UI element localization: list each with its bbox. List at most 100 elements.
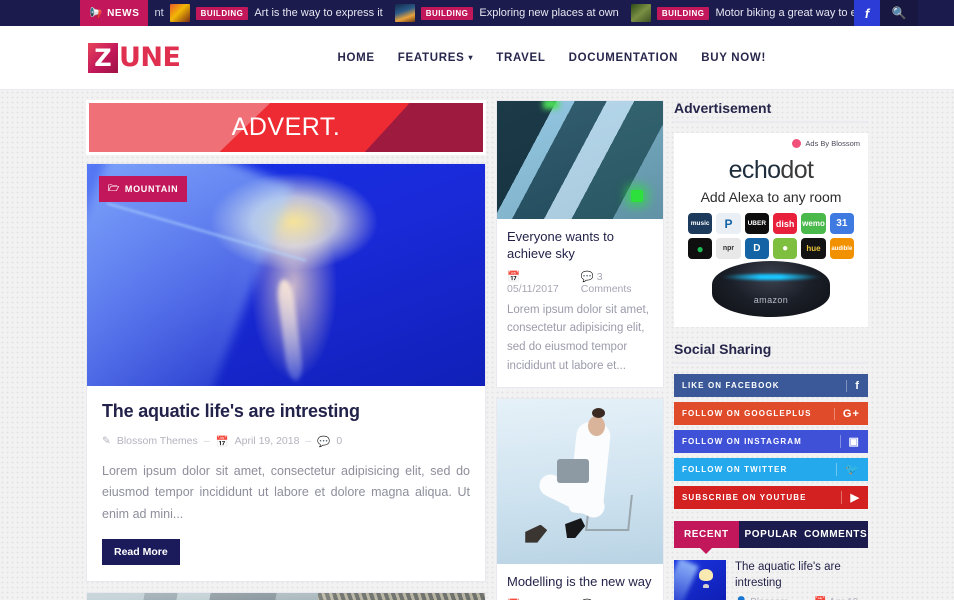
social-button-facebook[interactable]: LIKE ON FACEBOOK f [674, 374, 868, 397]
ticker-item[interactable]: BUILDING Art is the way to express it [164, 4, 389, 22]
comment-icon: 💬 [317, 435, 331, 448]
post-comments[interactable]: 💬 3 Comments [581, 270, 653, 295]
social-sharing-list: LIKE ON FACEBOOK f FOLLOW ON GOOGLEPLUS … [674, 374, 868, 509]
post-title[interactable]: Everyone wants to achieve sky [507, 229, 653, 263]
ticker-item-title[interactable]: Motor biking a great way to express [715, 7, 854, 19]
app-icon-calendar: 31 [829, 213, 854, 234]
post-excerpt: Lorem ipsum dolor sit amet, consectetur … [102, 463, 470, 522]
tab-popular[interactable]: POPULAR [739, 521, 804, 548]
tab-comments[interactable]: COMMENTS [803, 521, 868, 548]
app-icon-wemo: wemo [801, 213, 826, 234]
ticker-thumbnail [630, 4, 651, 22]
post-body: Everyone wants to achieve sky 📅 05/11/20… [497, 219, 663, 387]
post-date: 📅 05/11/2017 [507, 270, 572, 295]
nav-item-travel[interactable]: TRAVEL [496, 52, 545, 64]
app-icon-npr-news: npr [716, 238, 741, 259]
post-comment-count[interactable]: 0 [336, 435, 342, 447]
ticker-thumbnail [169, 4, 190, 22]
advertisement-widget[interactable]: Ads By Blossom echodot Add Alexa to any … [674, 133, 868, 327]
second-post-image[interactable]: 🗁 MOUNTAIN [87, 593, 485, 600]
logo-text: UNE [119, 42, 181, 73]
main-navigation: HOME FEATURES ▾ TRAVEL DOCUMENTATION BUY … [337, 52, 766, 64]
app-icon-audible: audible [829, 238, 854, 259]
social-button-youtube[interactable]: SUBSCRIBE ON YOUTUBE ▶ [674, 486, 868, 509]
ticker-item[interactable]: BUILDING Motor biking a great way to exp… [625, 4, 854, 22]
read-more-button[interactable]: Read More [102, 539, 180, 566]
ticker-category-badge[interactable]: BUILDING [656, 6, 710, 20]
social-label: LIKE ON FACEBOOK [682, 381, 780, 390]
social-button-googleplus[interactable]: FOLLOW ON GOOGLEPLUS G+ [674, 402, 868, 425]
site-logo[interactable]: Z UNE [88, 42, 181, 73]
news-flag: 📢 NEWS [80, 0, 149, 26]
ceiling-structure [317, 593, 485, 600]
ad-app-icon-grid: music P UBER dish wemo 31 ● npr D ● hue … [678, 205, 864, 259]
instagram-icon: ▣ [839, 435, 861, 448]
sidebar: Advertisement Ads By Blossom echodot Add… [674, 100, 868, 600]
thumbnail-streak [674, 560, 699, 600]
social-button-instagram[interactable]: FOLLOW ON INSTAGRAM ▣ [674, 430, 868, 453]
facebook-icon: f [846, 379, 860, 392]
nav-item-documentation[interactable]: DOCUMENTATION [569, 52, 679, 64]
ad-tagline: Add Alexa to any room [700, 189, 842, 205]
list-item[interactable]: The aquatic life's are intresting 👤 Blos… [674, 548, 868, 600]
search-icon[interactable]: 🔍 [880, 0, 918, 26]
nav-item-features[interactable]: FEATURES ▾ [398, 52, 473, 64]
post-image-skyscraper[interactable] [497, 101, 663, 219]
social-button-twitter[interactable]: FOLLOW ON TWITTER 🐦 [674, 458, 868, 481]
recent-post-title[interactable]: The aquatic life's are intresting [735, 560, 868, 591]
category-label: MOUNTAIN [124, 184, 179, 194]
calendar-icon: 📅 [507, 270, 521, 283]
meta-separator: – [203, 435, 210, 447]
main-column: ADVERT. 🗁 MOUNTAIN The aquatic life's ar… [86, 100, 486, 600]
advert-banner[interactable]: ADVERT. [86, 100, 486, 155]
model-head [588, 415, 606, 436]
topbar-left-spacer [0, 0, 80, 26]
tab-recent[interactable]: RECENT [674, 521, 739, 554]
advert-banner-text: ADVERT. [231, 113, 341, 141]
ticker-category-badge[interactable]: BUILDING [195, 6, 249, 20]
ticker-category-badge[interactable]: BUILDING [420, 6, 474, 20]
app-icon-bike: ● [773, 238, 798, 259]
post-category-badge[interactable]: 🗁 MOUNTAIN [99, 176, 188, 202]
ticker-item-title[interactable]: Exploring new places at own [479, 7, 618, 19]
ad-brand: echodot [678, 156, 864, 185]
social-label: FOLLOW ON INSTAGRAM [682, 437, 802, 446]
nav-item-buy-now[interactable]: BUY NOW! [701, 52, 766, 64]
post-meta: 📅 05/11/2017 💬 3 Comments [507, 270, 653, 295]
recent-post-thumbnail[interactable] [674, 560, 726, 600]
list-item: Modelling is the new way 📅 05/11/2017 💬 … [496, 398, 664, 600]
post-image-model[interactable] [497, 399, 663, 565]
post-title[interactable]: The aquatic life's are intresting [102, 400, 470, 423]
logo-mark: Z [88, 42, 118, 73]
social-label: FOLLOW ON TWITTER [682, 465, 788, 474]
nav-item-home[interactable]: HOME [337, 52, 374, 64]
ticker-item-title[interactable]: Art is the way to express it [254, 7, 382, 19]
app-icon-uber: UBER [744, 213, 769, 234]
featured-post-image[interactable]: 🗁 MOUNTAIN [87, 164, 485, 386]
ads-by-badge: Ads By Blossom [678, 139, 864, 148]
megaphone-icon: 📢 [89, 7, 103, 19]
facebook-icon[interactable]: f [854, 0, 880, 26]
post-excerpt: Lorem ipsum dolor sit amet, consectetur … [507, 303, 649, 372]
comment-icon: 💬 [580, 270, 594, 283]
app-icon-dominos: D [744, 238, 769, 259]
second-post-card: 🗁 MOUNTAIN [86, 592, 486, 600]
news-ticker[interactable]: nt BUILDING Art is the way to express it… [148, 0, 854, 26]
list-item: Everyone wants to achieve sky 📅 05/11/20… [496, 100, 664, 389]
ads-by-label: Ads By Blossom [805, 139, 860, 148]
pencil-icon: ✎ [102, 435, 111, 447]
ticker-item[interactable]: BUILDING Exploring new places at own [389, 4, 625, 22]
youtube-icon: ▶ [841, 491, 860, 504]
nav-label: DOCUMENTATION [568, 51, 679, 64]
googleplus-icon: G+ [833, 407, 860, 420]
post-author[interactable]: Blossom Themes [117, 435, 198, 447]
chevron-down-icon: ▾ [468, 53, 474, 62]
app-icon-amazon-music: music [688, 213, 713, 234]
nav-label: TRAVEL [496, 51, 546, 64]
nav-label: FEATURES [397, 51, 465, 64]
ad-brand-first: echo [728, 156, 781, 184]
advertisement-widget-title: Advertisement [674, 100, 868, 123]
post-title[interactable]: Modelling is the new way [507, 574, 653, 591]
social-sharing-widget-title: Social Sharing [674, 341, 868, 364]
jellyfish-tail [275, 278, 305, 383]
